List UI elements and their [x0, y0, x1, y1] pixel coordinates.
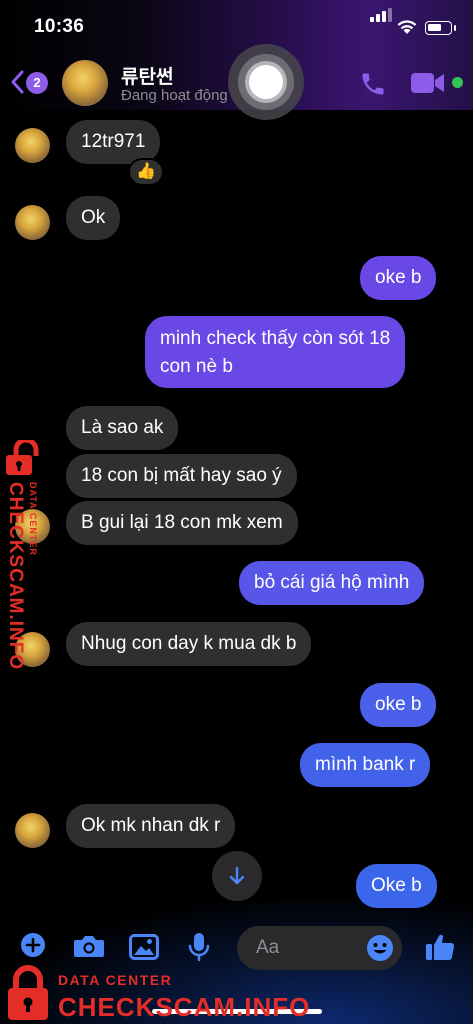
- contact-avatar-small[interactable]: [15, 813, 50, 848]
- camera-icon[interactable]: [73, 934, 105, 958]
- status-time: 10:36: [34, 16, 85, 37]
- message-line: con nè b: [160, 356, 233, 377]
- message-incoming[interactable]: B gui lại 18 con mk xem: [66, 501, 298, 545]
- message-incoming[interactable]: Ok mk nhan dk r: [66, 804, 236, 848]
- message-outgoing[interactable]: oke b: [360, 683, 437, 727]
- watermark-label-small: DATA CENTER: [58, 972, 173, 988]
- gallery-icon[interactable]: [129, 934, 159, 960]
- watermark-label-large: CHECKSCAM.INFO: [5, 482, 26, 671]
- battery-icon: [425, 21, 456, 35]
- watermark-side: DATA CENTER CHECKSCAM.INFO: [0, 440, 48, 670]
- plus-circle-icon[interactable]: [20, 932, 46, 958]
- message-outgoing[interactable]: bỏ cái giá hộ mình: [239, 561, 425, 605]
- watermark-label-small: DATA CENTER: [28, 482, 38, 556]
- wifi-icon: [397, 20, 417, 34]
- assistive-touch-button[interactable]: [228, 44, 304, 120]
- message-outgoing[interactable]: mình bank r: [300, 743, 431, 787]
- lock-icon: [8, 965, 48, 1020]
- message-incoming[interactable]: Ok: [66, 196, 121, 240]
- thumbs-up-icon[interactable]: [425, 932, 455, 962]
- message-incoming[interactable]: 18 con bị mất hay sao ý: [66, 454, 297, 498]
- message-incoming[interactable]: Là sao ak: [66, 406, 179, 450]
- message-line: minh check thấy còn sót 18: [160, 328, 391, 349]
- phone-call-icon[interactable]: [359, 70, 387, 98]
- lock-icon: [6, 440, 39, 475]
- message-outgoing[interactable]: oke b: [360, 256, 437, 300]
- contact-avatar-small[interactable]: [15, 128, 50, 163]
- video-call-icon[interactable]: [410, 71, 446, 95]
- emoji-icon[interactable]: [366, 934, 394, 962]
- chevron-left-icon: [11, 70, 24, 94]
- watermark-bottom: DATA CENTER CHECKSCAM.INFO: [0, 962, 309, 1024]
- status-bar: 10:36: [0, 0, 473, 56]
- microphone-icon[interactable]: [187, 932, 211, 962]
- scroll-to-bottom-button[interactable]: [212, 851, 262, 901]
- contact-status: Đang hoạt động: [121, 87, 228, 104]
- online-indicator: [452, 77, 463, 88]
- watermark-label-large: CHECKSCAM.INFO: [58, 992, 311, 1022]
- message-outgoing[interactable]: minh check thấy còn sót 18 con nè b: [145, 316, 406, 388]
- arrow-down-icon: [229, 866, 245, 885]
- reaction-badge[interactable]: 👍: [128, 158, 164, 186]
- unread-count-badge: 2: [26, 72, 48, 94]
- back-button[interactable]: 2: [10, 68, 54, 98]
- contact-name[interactable]: 류탄썬: [121, 62, 173, 89]
- contact-avatar[interactable]: [62, 60, 108, 106]
- message-incoming[interactable]: Nhug con day k mua dk b: [66, 622, 312, 666]
- contact-avatar-small[interactable]: [15, 205, 50, 240]
- message-outgoing[interactable]: Oke b: [356, 864, 437, 908]
